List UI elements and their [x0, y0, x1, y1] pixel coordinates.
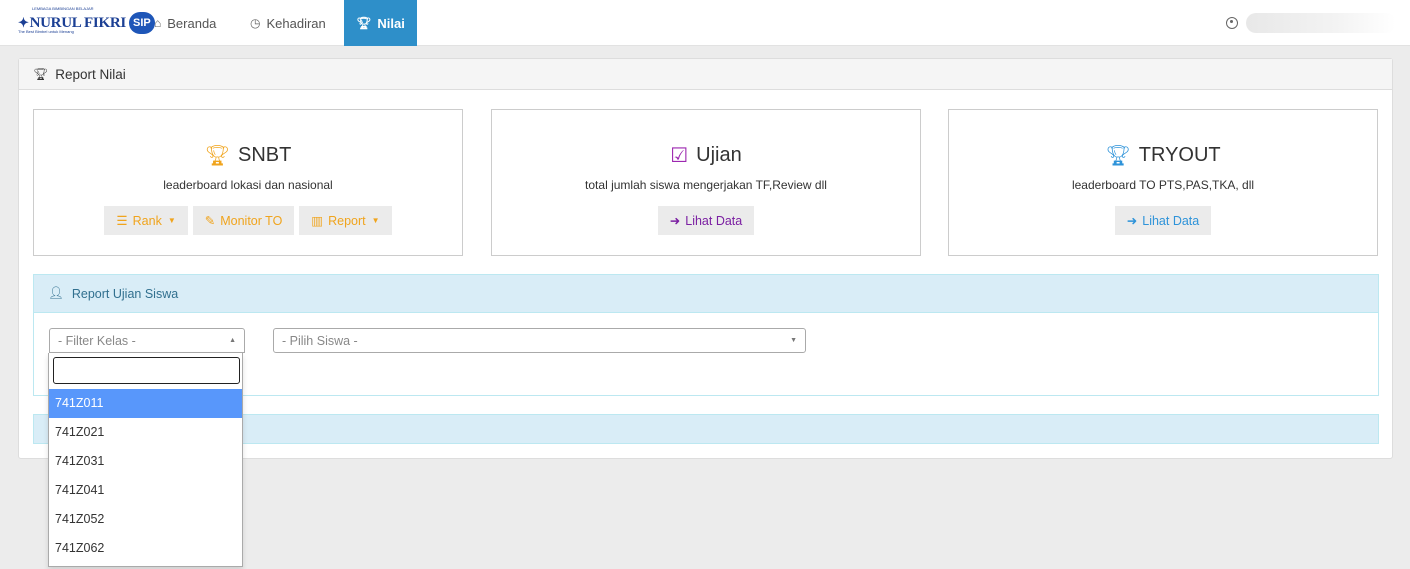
brand-star-icon: ✦ [18, 14, 29, 30]
trophy-icon: 🏆︎ [204, 145, 231, 167]
tryout-title-text: TRYOUT [1138, 144, 1221, 166]
tryout-title: 🏆︎ TRYOUT [949, 143, 1377, 168]
rank-button[interactable]: ☰ Rank ▼ [104, 206, 188, 235]
monitor-to-button[interactable]: ✎ Monitor TO [192, 206, 295, 235]
nav-nilai-label: Nilai [377, 15, 405, 31]
snbt-desc: leaderboard lokasi dan nasional [163, 178, 333, 192]
snbt-title-text: SNBT [238, 144, 292, 166]
filter-kelas-placeholder: - Filter Kelas - [58, 333, 136, 348]
list-icon: ☰ [116, 214, 128, 228]
nav-nilai[interactable]: 🏆︎ Nilai [344, 0, 417, 46]
filter-kelas-select[interactable]: - Filter Kelas - ▲ [49, 328, 245, 353]
nav-kehadiran[interactable]: ◷ Kehadiran [238, 0, 338, 46]
panel-title: Report Nilai [55, 66, 126, 82]
bar-chart-icon: ▥ [311, 214, 324, 228]
ujian-card: ☑ Ujian total jumlah siswa mengerjakan T… [491, 109, 921, 256]
home-icon: ⌂ [154, 16, 162, 30]
tryout-desc: leaderboard TO PTS,PAS,TKA, dll [1071, 178, 1255, 192]
brand-tagline-bottom: The Best Bimbel untuk Menang [18, 29, 74, 34]
dropdown-option[interactable]: 741Z021 [49, 418, 242, 447]
ujian-lihat-data-label: Lihat Data [685, 213, 743, 228]
panel-heading: 🏆︎ Report Nilai [19, 59, 1392, 90]
report-button-label: Report [328, 213, 366, 228]
user-menu[interactable] [1226, 13, 1396, 33]
snbt-card: 🏆︎ SNBT leaderboard lokasi dan nasional … [33, 109, 463, 256]
check-square-icon: ☑ [670, 145, 689, 167]
brand-logo[interactable]: LEMBAGA BIMBINGAN BELAJAR ✦NURUL FIKRI S… [18, 6, 155, 35]
dropdown-search-input[interactable] [53, 357, 240, 384]
filter-kelas-dropdown: 741Z011 741Z021 741Z031 741Z041 741Z052 … [48, 353, 243, 567]
dropdown-option[interactable]: 741Z062 [49, 534, 242, 563]
nav-beranda[interactable]: ⌂ Beranda [142, 0, 228, 46]
arrow-circle-right-icon: ➜ [1126, 214, 1138, 228]
caret-up-icon: ▲ [229, 337, 236, 344]
brand-tagline-top: LEMBAGA BIMBINGAN BELAJAR [32, 6, 94, 11]
user-icon [1226, 17, 1238, 29]
trophy-icon: 🏆︎ [1105, 145, 1131, 167]
trophy-icon: 🏆︎ [356, 16, 372, 30]
clock-icon: ◷ [250, 16, 261, 30]
arrow-circle-right-icon: ➜ [669, 214, 681, 228]
trophy-icon: 🏆︎ [33, 67, 49, 81]
report-ujian-siswa-heading: 👤︎ Report Ujian Siswa [34, 275, 1378, 313]
caret-down-icon: ▼ [790, 337, 797, 344]
dropdown-option[interactable]: 741Z041 [49, 476, 242, 505]
nav-beranda-label: Beranda [167, 15, 217, 31]
report-ujian-siswa-title: Report Ujian Siswa [71, 286, 179, 301]
user-icon: 👤︎ [48, 286, 64, 300]
caret-down-icon: ▼ [371, 216, 380, 225]
dropdown-option[interactable]: 741Z011 [49, 389, 242, 418]
tryout-lihat-data-label: Lihat Data [1142, 213, 1200, 228]
tryout-card: 🏆︎ TRYOUT leaderboard TO PTS,PAS,TKA, dl… [948, 109, 1378, 256]
rank-button-label: Rank [132, 213, 162, 228]
report-button[interactable]: ▥ Report ▼ [299, 206, 392, 235]
top-navbar: LEMBAGA BIMBINGAN BELAJAR ✦NURUL FIKRI S… [0, 0, 1410, 46]
caret-down-icon: ▼ [167, 216, 176, 225]
ujian-title-text: Ujian [696, 144, 742, 166]
monitor-to-button-label: Monitor TO [220, 213, 283, 228]
pilih-siswa-placeholder: - Pilih Siswa - [282, 333, 358, 348]
edit-icon: ✎ [204, 214, 216, 228]
tryout-lihat-data-button[interactable]: ➜ Lihat Data [1114, 206, 1212, 235]
dropdown-option[interactable]: 741Z031 [49, 447, 242, 476]
user-name-blurred [1246, 13, 1396, 33]
pilih-siswa-select[interactable]: - Pilih Siswa - ▼ [273, 328, 806, 353]
ujian-title: ☑ Ujian [492, 143, 920, 168]
ujian-desc: total jumlah siswa mengerjakan TF,Review… [585, 178, 827, 192]
snbt-title: 🏆︎ SNBT [34, 143, 462, 168]
nav-kehadiran-label: Kehadiran [266, 15, 326, 31]
ujian-lihat-data-button[interactable]: ➜ Lihat Data [657, 206, 755, 235]
dropdown-option[interactable]: 741Z052 [49, 505, 242, 534]
